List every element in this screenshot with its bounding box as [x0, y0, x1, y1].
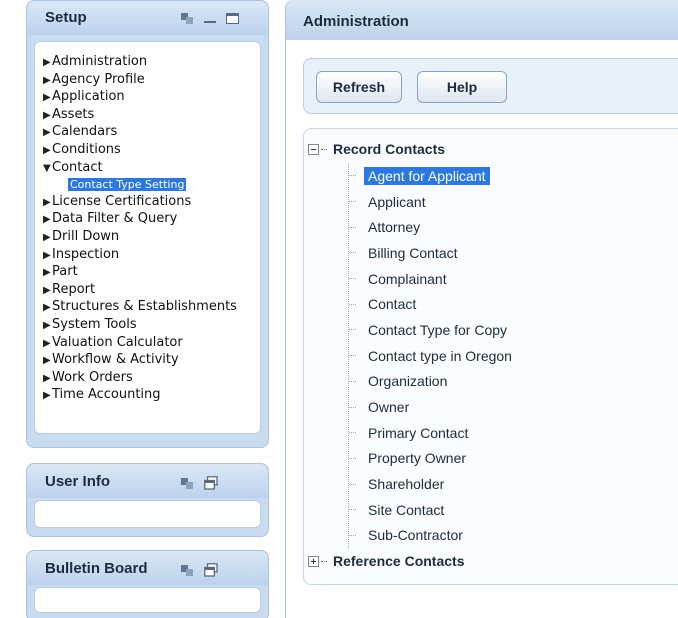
tree-item-contact-type[interactable]: Contact Type for Copy: [349, 317, 516, 343]
setup-item-time-accounting[interactable]: ▶Time Accounting: [43, 387, 260, 405]
expand-arrow-icon[interactable]: ▶: [43, 371, 52, 388]
setup-portlet-controls: [180, 10, 239, 26]
tree-node-record-contacts[interactable]: Record Contacts: [308, 141, 445, 157]
expand-arrow-icon[interactable]: ▶: [43, 248, 52, 265]
refresh-icon[interactable]: [180, 563, 194, 577]
expand-arrow-icon[interactable]: ▶: [43, 318, 52, 335]
user-info-portlet-title: User Info: [45, 473, 111, 490]
expand-arrow-icon[interactable]: ▶: [43, 230, 52, 247]
collapse-arrow-icon[interactable]: ▼: [43, 161, 52, 178]
record-contacts-children: Agent for Applicant Applicant Attorney B…: [348, 163, 516, 549]
bulletin-board-portlet-controls: [180, 562, 218, 578]
administration-header: Administration: [286, 0, 678, 40]
setup-item-system-tools[interactable]: ▶System Tools: [43, 317, 260, 335]
minimize-icon[interactable]: [204, 21, 216, 23]
administration-panel: Administration Refresh Help Record Conta…: [285, 0, 678, 618]
expand-arrow-icon[interactable]: ▶: [43, 125, 52, 142]
setup-item-calendars[interactable]: ▶Calendars: [43, 124, 260, 142]
toolbar: Refresh Help: [303, 58, 678, 114]
expand-arrow-icon[interactable]: ▶: [43, 90, 52, 107]
tree-item-contact-type[interactable]: Organization: [349, 369, 516, 395]
reference-contacts-label[interactable]: Reference Contacts: [333, 553, 465, 569]
user-info-body: [34, 500, 261, 528]
tree-item-contact-type[interactable]: Contact: [349, 291, 516, 317]
setup-item-license-certifications[interactable]: ▶License Certifications: [43, 194, 260, 212]
setup-item-work-orders[interactable]: ▶Work Orders: [43, 370, 260, 388]
tree-item-contact-type[interactable]: Complainant: [349, 266, 516, 292]
expand-arrow-icon[interactable]: ▶: [43, 212, 52, 229]
setup-item-agency-profile[interactable]: ▶Agency Profile: [43, 72, 260, 90]
setup-item-data-filter-query[interactable]: ▶Data Filter & Query: [43, 211, 260, 229]
tree-item-contact-type[interactable]: Owner: [349, 394, 516, 420]
tree-item-contact-type[interactable]: Sub-Contractor: [349, 523, 516, 549]
refresh-button[interactable]: Refresh: [316, 71, 402, 103]
user-info-portlet: User Info: [26, 463, 269, 537]
bulletin-board-body: [34, 587, 261, 613]
refresh-icon[interactable]: [180, 476, 194, 490]
expand-arrow-icon[interactable]: ▶: [43, 55, 52, 72]
expand-toggle-icon[interactable]: [308, 555, 319, 567]
expand-arrow-icon[interactable]: ▶: [43, 265, 52, 282]
tree-item-contact-type[interactable]: Billing Contact: [349, 240, 516, 266]
administration-title: Administration: [303, 13, 409, 30]
user-info-portlet-header: User Info: [27, 464, 268, 498]
expand-arrow-icon[interactable]: ▶: [43, 143, 52, 160]
restore-icon[interactable]: [204, 563, 218, 577]
setup-tree: ▶Administration ▶Agency Profile ▶Applica…: [35, 42, 260, 405]
setup-item-workflow-activity[interactable]: ▶Workflow & Activity: [43, 352, 260, 370]
setup-subitem-contact-type-setting[interactable]: Contact Type Setting: [43, 177, 260, 194]
help-button[interactable]: Help: [417, 71, 507, 103]
setup-item-valuation-calculator[interactable]: ▶Valuation Calculator: [43, 335, 260, 353]
expand-arrow-icon[interactable]: ▶: [43, 388, 52, 405]
tree-node-reference-contacts[interactable]: Reference Contacts: [308, 553, 465, 569]
setup-portlet: Setup ▶Administration ▶Agency Profile ▶A…: [26, 0, 269, 448]
record-contacts-label[interactable]: Record Contacts: [333, 141, 445, 157]
setup-item-administration[interactable]: ▶Administration: [43, 54, 260, 72]
contact-tree-container: Record Contacts Agent for Applicant Appl…: [303, 128, 678, 585]
setup-tree-container: ▶Administration ▶Agency Profile ▶Applica…: [34, 41, 261, 434]
tree-item-contact-type[interactable]: Primary Contact: [349, 420, 516, 446]
tree-item-contact-type[interactable]: Agent for Applicant: [349, 163, 516, 189]
setup-item-part[interactable]: ▶Part: [43, 264, 260, 282]
tree-item-contact-type[interactable]: Property Owner: [349, 446, 516, 472]
setup-item-drill-down[interactable]: ▶Drill Down: [43, 229, 260, 247]
setup-item-report[interactable]: ▶Report: [43, 282, 260, 300]
expand-arrow-icon[interactable]: ▶: [43, 108, 52, 125]
setup-item-contact[interactable]: ▼Contact: [43, 160, 260, 178]
expand-arrow-icon[interactable]: ▶: [43, 195, 52, 212]
tree-item-contact-type[interactable]: Attorney: [349, 214, 516, 240]
setup-item-assets[interactable]: ▶Assets: [43, 107, 260, 125]
user-info-portlet-controls: [180, 475, 218, 491]
setup-item-inspection[interactable]: ▶Inspection: [43, 247, 260, 265]
setup-portlet-title: Setup: [45, 9, 87, 26]
expand-arrow-icon[interactable]: ▶: [43, 336, 52, 353]
expand-arrow-icon[interactable]: ▶: [43, 73, 52, 90]
tree-item-contact-type[interactable]: Site Contact: [349, 497, 516, 523]
bulletin-board-portlet-header: Bulletin Board: [27, 551, 268, 585]
collapse-toggle-icon[interactable]: [308, 143, 319, 155]
setup-item-conditions[interactable]: ▶Conditions: [43, 142, 260, 160]
restore-icon[interactable]: [204, 476, 218, 490]
bulletin-board-portlet: Bulletin Board: [26, 550, 269, 618]
maximize-icon[interactable]: [226, 12, 239, 24]
administration-content: Refresh Help Record Contacts Agent for A…: [286, 40, 678, 618]
setup-item-structures-establishments[interactable]: ▶Structures & Establishments: [43, 299, 248, 317]
setup-portlet-header: Setup: [27, 1, 268, 35]
setup-item-application[interactable]: ▶Application: [43, 89, 260, 107]
expand-arrow-icon[interactable]: ▶: [43, 353, 52, 370]
expand-arrow-icon[interactable]: ▶: [43, 300, 52, 317]
tree-item-contact-type[interactable]: Shareholder: [349, 471, 516, 497]
tree-connector: [321, 560, 327, 562]
refresh-icon[interactable]: [180, 11, 194, 25]
bulletin-board-portlet-title: Bulletin Board: [45, 560, 148, 577]
expand-arrow-icon[interactable]: ▶: [43, 283, 52, 300]
tree-connector: [321, 148, 327, 150]
tree-item-contact-type[interactable]: Applicant: [349, 189, 516, 215]
tree-item-contact-type[interactable]: Contact type in Oregon: [349, 343, 516, 369]
